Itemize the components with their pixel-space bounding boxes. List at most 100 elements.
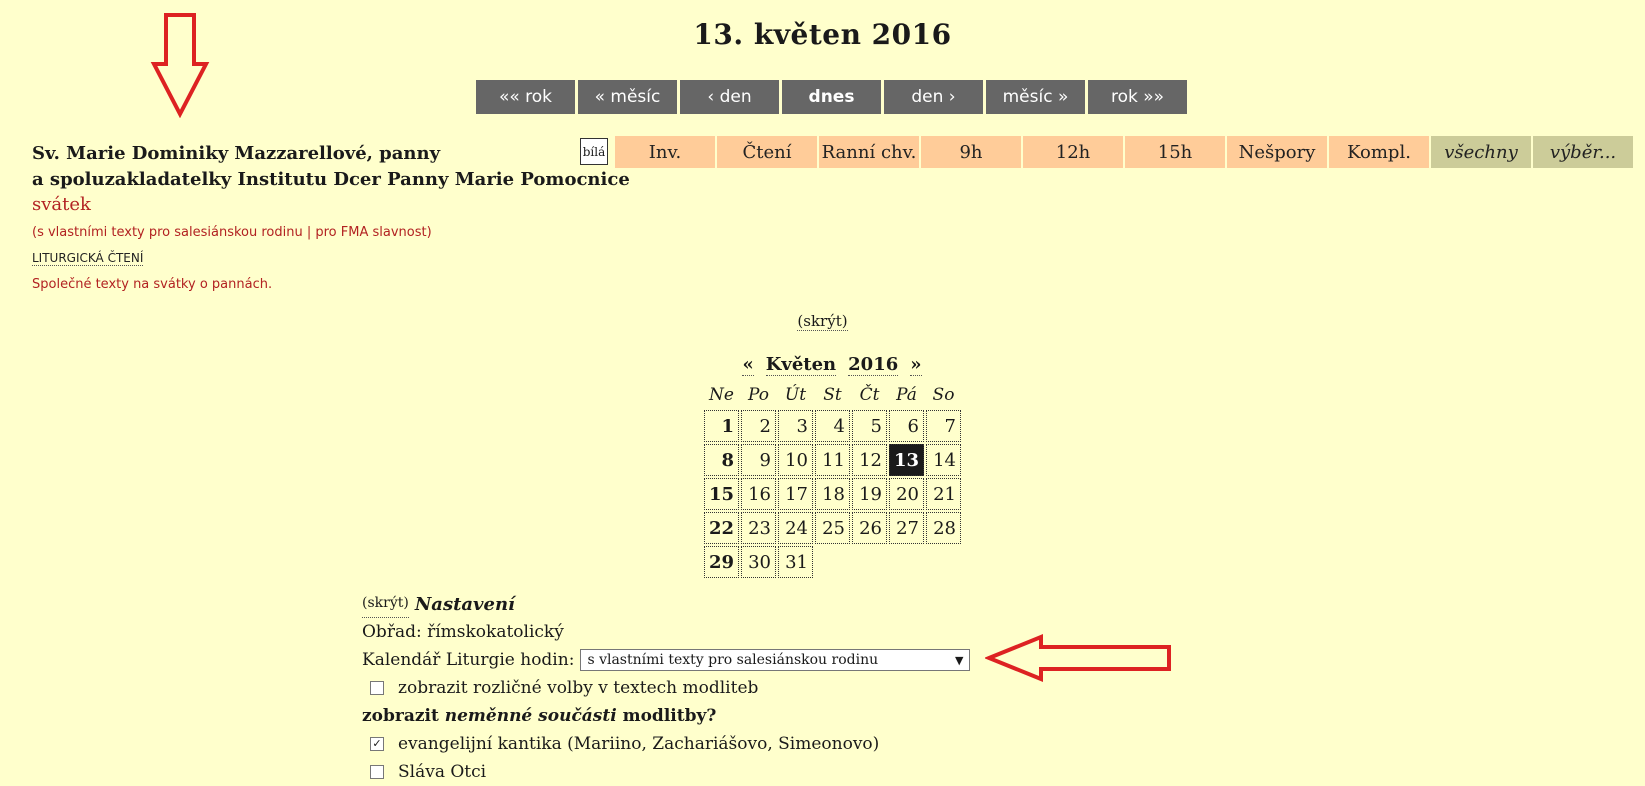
calendar-day[interactable]: 5: [852, 410, 887, 442]
celebration-rank: svátek: [32, 194, 91, 215]
calendar-day[interactable]: 31: [778, 546, 813, 578]
weekday-label: Čt: [859, 385, 880, 405]
settings-header: (skrýt) Nastavení: [362, 590, 970, 618]
calendar-day[interactable]: 22: [704, 512, 739, 544]
calendar-day[interactable]: 26: [852, 512, 887, 544]
gloria-checkbox[interactable]: [370, 765, 384, 779]
various-options-row: zobrazit rozličné volby v textech modlit…: [362, 674, 970, 702]
calendar-next-month-link[interactable]: »: [910, 354, 922, 376]
dropdown-arrow-icon: ▼: [954, 653, 964, 667]
various-options-label: zobrazit rozličné volby v textech modlit…: [398, 677, 759, 698]
calendar-day[interactable]: 19: [852, 478, 887, 510]
calendar-day[interactable]: 7: [926, 410, 961, 442]
hour-lauds-button[interactable]: Ranní chv.: [819, 136, 919, 168]
calendar-prev-month-link[interactable]: «: [742, 354, 754, 376]
settings-title: Nastavení: [414, 593, 515, 615]
hour-15h-button[interactable]: 15h: [1125, 136, 1225, 168]
celebration-title: Sv. Marie Dominiky Mazzarellové, panny a…: [32, 141, 630, 193]
nav-next-day-button[interactable]: den ›: [884, 80, 983, 114]
calendar-day[interactable]: 24: [778, 512, 813, 544]
liturgical-readings-link[interactable]: LITURGICKÁ ČTENÍ: [32, 251, 144, 266]
calendar-day[interactable]: 25: [815, 512, 850, 544]
calendar-day[interactable]: 30: [741, 546, 776, 578]
hour-readings-button[interactable]: Čtení: [717, 136, 817, 168]
page-title: 13. květen 2016: [693, 18, 952, 51]
nav-today-button[interactable]: dnes: [782, 80, 881, 114]
annotation-arrow-down-icon: [150, 13, 210, 118]
calendar-day-today[interactable]: 13: [889, 444, 924, 476]
calendar-day[interactable]: 29: [704, 546, 739, 578]
settings-panel: (skrýt) Nastavení Obřad: římskokatolický…: [362, 590, 971, 786]
calendar-day[interactable]: 6: [889, 410, 924, 442]
celebration-title-line2: a spoluzakladatelky Institutu Dcer Panny…: [32, 169, 630, 190]
nav-prev-day-button[interactable]: ‹ den: [680, 80, 779, 114]
calendar-day[interactable]: 8: [704, 444, 739, 476]
common-texts-note: Společné texty na svátky o pannách.: [32, 277, 273, 292]
calendar-day[interactable]: 16: [741, 478, 776, 510]
date-navigation: «« rok « měsíc ‹ den dnes den › měsíc » …: [476, 80, 1187, 114]
proper-texts-note[interactable]: (s vlastními texty pro salesiánskou rodi…: [32, 225, 432, 240]
calendar-setting-label: Kalendář Liturgie hodin:: [362, 649, 575, 670]
nav-prev-year-button[interactable]: «« rok: [476, 80, 575, 114]
hour-selection-button[interactable]: výběr...: [1533, 136, 1633, 168]
various-options-checkbox[interactable]: [370, 681, 384, 695]
calendar-day[interactable]: 18: [815, 478, 850, 510]
nav-next-year-button[interactable]: rok »»: [1088, 80, 1187, 114]
weekday-label: Po: [748, 385, 769, 405]
invariant-heading-pre: zobrazit: [362, 705, 445, 726]
weekday-label: Út: [784, 385, 807, 405]
calendar-day[interactable]: 10: [778, 444, 813, 476]
gloria-label: Sláva Otci: [398, 761, 487, 782]
calendar-day[interactable]: 9: [741, 444, 776, 476]
calendar-weekdays: Ne Po Út St Čt Pá So: [704, 380, 962, 410]
calendar-day[interactable]: 28: [926, 512, 961, 544]
rite-label: Obřad: římskokatolický: [362, 621, 564, 642]
calendar-day[interactable]: 20: [889, 478, 924, 510]
gloria-row: Sláva Otci: [362, 758, 970, 786]
calendar-day[interactable]: 4: [815, 410, 850, 442]
annotation-arrow-left-icon: [985, 634, 1171, 682]
hide-settings-link[interactable]: (skrýt): [362, 590, 409, 618]
calendar-month-link[interactable]: Květen: [765, 354, 837, 376]
calendar-day[interactable]: 21: [926, 478, 961, 510]
hide-calendar-link[interactable]: (skrýt): [797, 312, 848, 331]
calendar-day[interactable]: 3: [778, 410, 813, 442]
weekday-label: St: [823, 385, 842, 405]
calendar-day[interactable]: 14: [926, 444, 961, 476]
liturgical-readings-label[interactable]: LITURGICKÁ ČTENÍ: [32, 251, 144, 266]
calendar-day[interactable]: 23: [741, 512, 776, 544]
nav-prev-month-button[interactable]: « měsíc: [578, 80, 677, 114]
calendar-select-value: s vlastními texty pro salesiánskou rodin…: [587, 651, 879, 668]
nav-next-month-button[interactable]: měsíc »: [986, 80, 1085, 114]
weekday-label: So: [932, 385, 955, 405]
calendar-day[interactable]: 2: [741, 410, 776, 442]
calendar-day[interactable]: 11: [815, 444, 850, 476]
celebration-title-line1: Sv. Marie Dominiky Mazzarellové, panny: [32, 143, 441, 164]
calendar-header: « Květen 2016 »: [702, 352, 962, 378]
hours-bar: Inv. Čtení Ranní chv. 9h 12h 15h Nešpory…: [615, 136, 1633, 168]
canticles-checkbox[interactable]: ✓: [370, 737, 384, 751]
invariant-heading-em: neměnné součásti: [444, 705, 617, 726]
canticles-row: ✓ evangelijní kantika (Mariino, Zachariá…: [362, 730, 970, 758]
calendar-grid: 1 2 3 4 5 6 7 8 9 10 11 12 13 14 15 16 1…: [704, 410, 962, 578]
calendar-setting-row: Kalendář Liturgie hodin: s vlastními tex…: [362, 646, 971, 674]
calendar-day[interactable]: 12: [852, 444, 887, 476]
calendar-day[interactable]: 17: [778, 478, 813, 510]
liturgical-color-badge: bílá: [580, 138, 608, 165]
canticles-label: evangelijní kantika (Mariino, Zachariášo…: [398, 733, 880, 754]
invariant-heading-post: modlitby?: [616, 705, 717, 726]
hour-12h-button[interactable]: 12h: [1023, 136, 1123, 168]
hour-invitatory-button[interactable]: Inv.: [615, 136, 715, 168]
calendar-day[interactable]: 15: [704, 478, 739, 510]
calendar-day[interactable]: 1: [704, 410, 739, 442]
calendar-select[interactable]: s vlastními texty pro salesiánskou rodin…: [580, 649, 971, 671]
invariant-parts-heading: zobrazit neměnné součásti modlitby?: [362, 702, 970, 730]
calendar-year-link[interactable]: 2016: [848, 354, 899, 376]
hour-vespers-button[interactable]: Nešpory: [1227, 136, 1327, 168]
hour-9h-button[interactable]: 9h: [921, 136, 1021, 168]
weekday-label: Ne: [709, 385, 734, 405]
hour-compline-button[interactable]: Kompl.: [1329, 136, 1429, 168]
hide-calendar-row: (skrýt): [0, 312, 1645, 331]
calendar-day[interactable]: 27: [889, 512, 924, 544]
hour-all-button[interactable]: všechny: [1431, 136, 1531, 168]
